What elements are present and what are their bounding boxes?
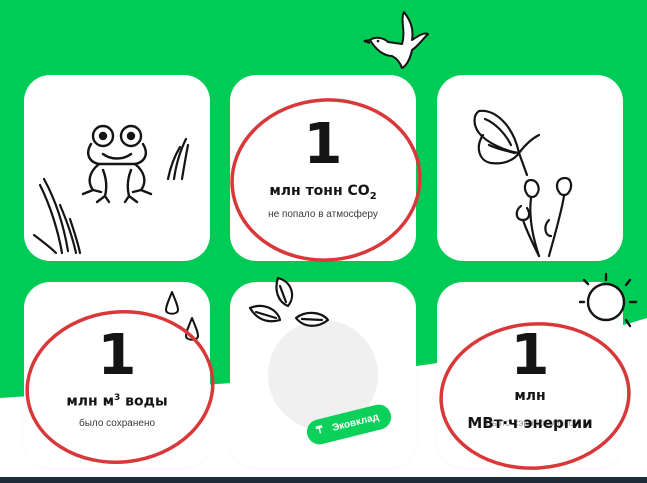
co2-label: млн тонн CO2 [230,183,416,202]
energy-label-line1: млн [514,388,546,404]
dove-icon [363,11,429,69]
coin-icon: ₸ [315,424,325,437]
co2-sub: не попало в атмосферу [268,209,378,220]
co2-label-subscript: 2 [369,190,377,202]
water-label: млн м3 воды [24,393,210,410]
eco-badge-label: Эковклад [331,411,381,434]
co2-number: 1 [303,112,343,177]
bottom-bar [0,477,647,483]
water-label-tail: воды [120,393,168,410]
frog-card [24,75,210,261]
sun-icon [578,272,638,328]
water-drops-icon [165,291,199,341]
grass-icon [32,177,82,255]
co2-label-text: млн тонн CO [269,183,370,199]
co2-card: 1 млн тонн CO2 не попало в атмосферу [230,75,416,261]
leaves-icon [248,276,330,327]
butterfly-card [437,75,623,261]
flowers-icon [515,176,573,258]
water-label-text: млн м [66,393,115,410]
energy-label-line2: МВт·ч энергии [467,414,593,432]
grass-icon [166,137,190,181]
water-sub: было сохранено [78,418,156,429]
